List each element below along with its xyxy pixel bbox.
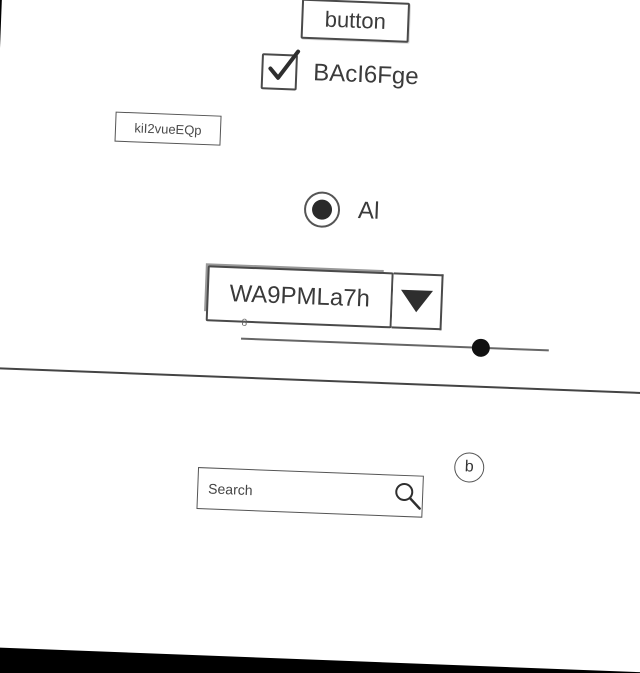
radio-label: Al	[357, 197, 380, 225]
checkbox-control[interactable]: BAcI6Fge	[260, 49, 420, 95]
slider-thumb[interactable]	[471, 338, 491, 358]
primary-button-label: button	[324, 6, 387, 34]
magnifier-icon[interactable]	[390, 478, 425, 513]
text-tag[interactable]: kiI2vueEQp	[114, 111, 222, 146]
dropdown-selected-text: WA9PMLa7h	[228, 280, 371, 313]
slider[interactable]: 8	[240, 318, 549, 367]
primary-button[interactable]: button	[300, 0, 411, 43]
checkmark-icon	[268, 49, 301, 80]
slider-label: 8	[241, 317, 248, 329]
text-tag-label: kiI2vueEQp	[134, 119, 202, 138]
search-input[interactable]	[205, 479, 392, 505]
radio-control[interactable]: Al	[303, 190, 380, 230]
radio-button[interactable]	[303, 190, 341, 229]
checkbox-label: BAcI6Fge	[312, 59, 420, 91]
dropdown-value[interactable]: WA9PMLa7h	[205, 265, 394, 329]
horizontal-divider	[0, 366, 640, 396]
slider-track[interactable]	[240, 337, 549, 352]
dropdown-arrow-button[interactable]	[391, 272, 444, 331]
triangle-down-icon	[401, 289, 433, 313]
sketch-canvas: button BAcI6Fge kiI2vueEQp Al WA9PMLa7h …	[0, 0, 640, 673]
checkbox-box[interactable]	[260, 49, 301, 91]
info-badge-label: b	[464, 458, 475, 476]
info-badge-icon[interactable]: b	[453, 451, 485, 484]
search-box[interactable]	[196, 467, 425, 518]
radio-dot	[311, 199, 333, 220]
